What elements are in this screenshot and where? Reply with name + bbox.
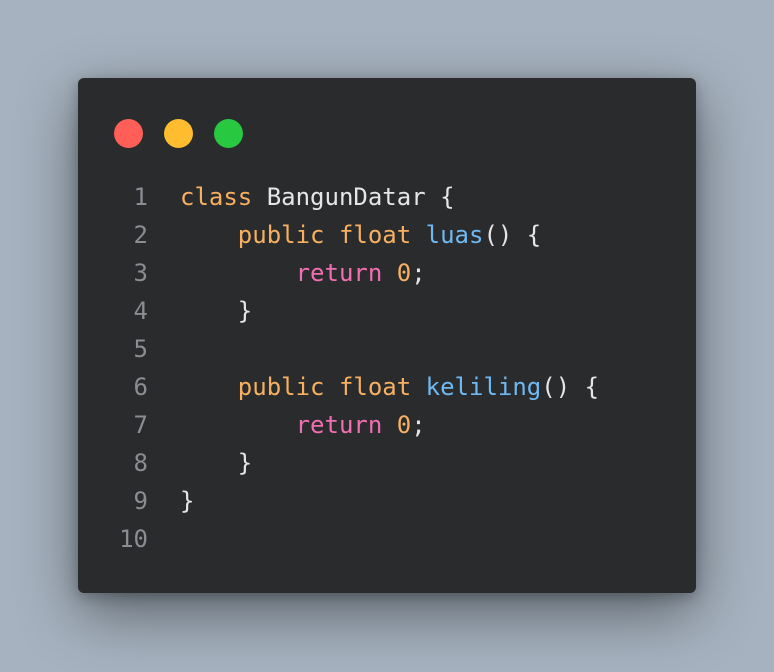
code-token-num: 0 [396, 411, 412, 439]
line-text: public float luas() { [180, 216, 541, 254]
code-token-plain: ; [411, 259, 426, 287]
line-number: 10 [119, 525, 148, 553]
code-token-return: return [295, 259, 383, 287]
maximize-button[interactable] [214, 119, 243, 148]
close-button[interactable] [114, 119, 143, 148]
code-token-plain: () { [483, 221, 542, 249]
line-text: public float keliling() { [180, 368, 599, 406]
code-token-fn: keliling [425, 373, 542, 401]
code-token-keyword: float [338, 373, 412, 401]
code-line: 6 public float keliling() { [78, 368, 696, 406]
line-number: 3 [133, 259, 148, 287]
line-number: 2 [133, 221, 148, 249]
line-number: 7 [133, 411, 148, 439]
line-number: 1 [133, 183, 148, 211]
code-token-num: 0 [396, 259, 412, 287]
code-token-keyword: public [237, 221, 325, 249]
line-number: 6 [133, 373, 148, 401]
code-token-plain: () { [541, 373, 600, 401]
line-number: 9 [133, 487, 148, 515]
line-number: 8 [133, 449, 148, 477]
code-line: 2 public float luas() { [78, 216, 696, 254]
code-line: 3 return 0; [78, 254, 696, 292]
minimize-button[interactable] [164, 119, 193, 148]
code-token-keyword: class [180, 183, 253, 211]
line-text: } [180, 444, 252, 482]
line-text: } [180, 292, 252, 330]
line-text: class BangunDatar { [180, 178, 455, 216]
code-line: 9} [78, 482, 696, 520]
code-line: 1 class BangunDatar { [78, 178, 696, 216]
line-text: return 0; [180, 254, 426, 292]
code-line: 10 [78, 520, 696, 558]
code-token-plain: } [180, 449, 253, 477]
window-controls [114, 119, 243, 148]
code-line: 7 return 0; [78, 406, 696, 444]
line-number: 5 [133, 335, 148, 363]
line-text: return 0; [180, 406, 426, 444]
code-line: 8 } [78, 444, 696, 482]
code-line: 5 [78, 330, 696, 368]
code-token-plain: BangunDatar { [252, 183, 455, 211]
code-area: 1 class BangunDatar {2 public float luas(… [78, 178, 696, 558]
line-number: 4 [133, 297, 148, 325]
code-token-keyword: float [338, 221, 412, 249]
line-text: } [180, 482, 194, 520]
code-window: 1 class BangunDatar {2 public float luas(… [78, 78, 696, 593]
code-token-plain: ; [411, 411, 426, 439]
code-token-plain: } [180, 487, 195, 515]
code-token-return: return [295, 411, 383, 439]
code-line: 4 } [78, 292, 696, 330]
code-token-fn: luas [425, 221, 484, 249]
code-token-keyword: public [237, 373, 325, 401]
code-token-plain: } [180, 297, 253, 325]
